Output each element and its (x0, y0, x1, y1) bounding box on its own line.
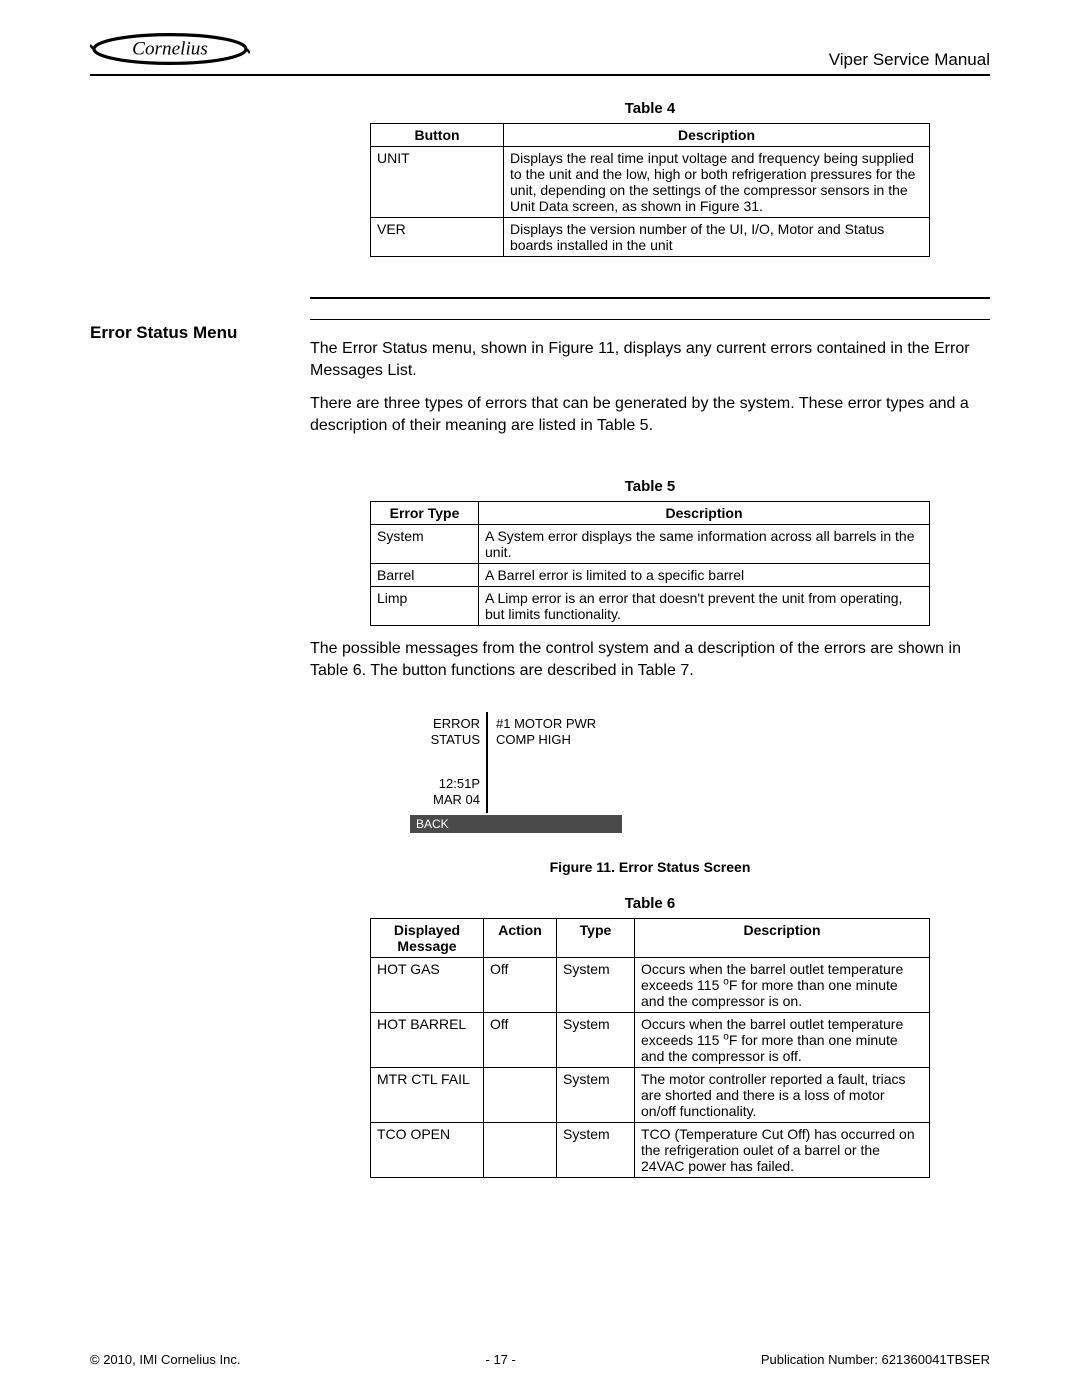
table4-header-button: Button (371, 124, 504, 147)
footer-copyright: © 2010, IMI Cornelius Inc. (90, 1352, 240, 1367)
lcd-back-bar: BACK (410, 815, 622, 833)
table6-header-action: Action (484, 918, 557, 957)
table-row: VER Displays the version number of the U… (371, 218, 930, 257)
table4-header-description: Description (504, 124, 930, 147)
table5-header-description: Description (479, 502, 930, 525)
table4: Button Description UNIT Displays the rea… (370, 123, 930, 257)
table5-header-type: Error Type (371, 502, 479, 525)
table6-header-desc: Description (635, 918, 930, 957)
table6-header-type: Type (557, 918, 635, 957)
cornelius-logo: Cornelius (90, 28, 250, 70)
lcd-date: MAR 04 (410, 792, 480, 808)
lcd-title-1: ERROR (410, 716, 480, 732)
para-error-status-1: The Error Status menu, shown in Figure 1… (310, 338, 990, 381)
lcd-time: 12:51P (410, 776, 480, 792)
table4-caption: Table 4 (310, 100, 990, 117)
table-row: HOT GAS Off System Occurs when the barre… (371, 957, 930, 1012)
table-row: HOT BARREL Off System Occurs when the ba… (371, 1012, 930, 1067)
page-footer: © 2010, IMI Cornelius Inc. - 17 - Public… (90, 1352, 990, 1367)
table-row: System A System error displays the same … (371, 525, 930, 564)
para-after-table5: The possible messages from the control s… (310, 638, 990, 681)
section-heading-error-status: Error Status Menu (90, 319, 310, 343)
page-header: Cornelius Viper Service Manual (90, 28, 990, 76)
cornelius-logo-icon: Cornelius (90, 28, 250, 70)
table6-caption: Table 6 (310, 895, 990, 912)
figure11-caption: Figure 11. Error Status Screen (310, 859, 990, 875)
table-row: TCO OPEN System TCO (Temperature Cut Off… (371, 1122, 930, 1177)
table-row: UNIT Displays the real time input voltag… (371, 147, 930, 218)
footer-page-number: - 17 - (486, 1352, 516, 1367)
table5: Error Type Description System A System e… (370, 501, 930, 626)
footer-publication: Publication Number: 621360041TBSER (761, 1352, 990, 1367)
lcd-msg-1: #1 MOTOR PWR (496, 716, 670, 732)
table6: Displayed Message Action Type Descriptio… (370, 918, 930, 1178)
table-row: Limp A Limp error is an error that doesn… (371, 587, 930, 626)
table6-header-msg: Displayed Message (371, 918, 484, 957)
figure11-lcd: ERROR STATUS 12:51P MAR 04 #1 MOTOR PWR … (410, 712, 670, 833)
lcd-title-2: STATUS (410, 732, 480, 748)
table-row: Barrel A Barrel error is limited to a sp… (371, 564, 930, 587)
lcd-msg-2: COMP HIGH (496, 732, 670, 748)
table-row: MTR CTL FAIL System The motor controller… (371, 1067, 930, 1122)
table5-caption: Table 5 (310, 478, 990, 495)
para-error-status-2: There are three types of errors that can… (310, 393, 990, 436)
svg-text:Cornelius: Cornelius (132, 39, 208, 60)
manual-title: Viper Service Manual (829, 50, 990, 70)
